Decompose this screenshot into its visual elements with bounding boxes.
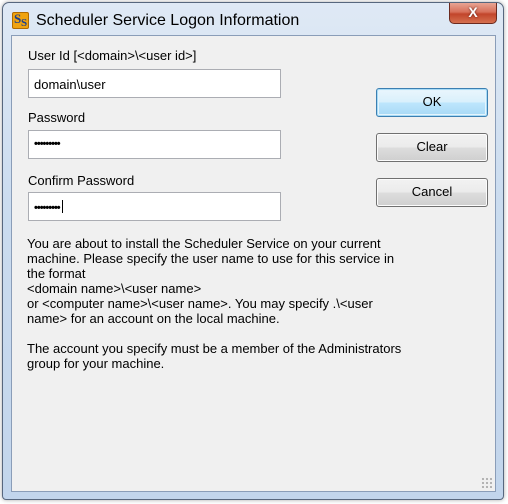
info-line: The account you specify must be a member… <box>27 341 402 356</box>
password-label: Password <box>28 110 86 125</box>
clear-button[interactable]: Clear <box>376 133 488 162</box>
close-button[interactable]: X <box>449 3 497 24</box>
password-input[interactable]: ••••••••• <box>28 130 281 159</box>
info-line: group for your machine. <box>27 356 165 371</box>
info-line: <domain name>\<user name> <box>27 281 202 296</box>
user-id-label: User Id [<domain>\<user id>] <box>28 48 197 63</box>
info-line: machine. Please specify the user name to… <box>27 251 395 266</box>
info-line: You are about to install the Scheduler S… <box>27 236 381 251</box>
ok-button[interactable]: OK <box>376 88 488 117</box>
confirm-password-label: Confirm Password <box>28 173 135 188</box>
info-paragraph-1: You are about to install the Scheduler S… <box>27 236 477 326</box>
info-line: name> for an account on the local machin… <box>27 311 280 326</box>
text-caret <box>61 200 63 213</box>
confirm-password-input[interactable]: ••••••••• <box>28 192 281 221</box>
cancel-button[interactable]: Cancel <box>376 178 488 207</box>
confirm-password-value: ••••••••• <box>34 202 61 214</box>
app-logo-icon: SS <box>12 11 29 29</box>
user-id-input[interactable]: domain\user <box>28 69 281 98</box>
resize-grip-icon[interactable] <box>481 477 492 488</box>
info-paragraph-2: The account you specify must be a member… <box>27 341 477 371</box>
window-title: Scheduler Service Logon Information <box>36 12 300 29</box>
close-icon[interactable]: X <box>468 4 477 20</box>
dialog-window: SS Scheduler Service Logon Information X… <box>2 2 504 500</box>
dialog-client-area: User Id [<domain>\<user id>] domain\user… <box>11 35 496 492</box>
info-line: or <computer name>\<user name>. You may … <box>27 296 373 311</box>
info-line: the format <box>27 266 86 281</box>
